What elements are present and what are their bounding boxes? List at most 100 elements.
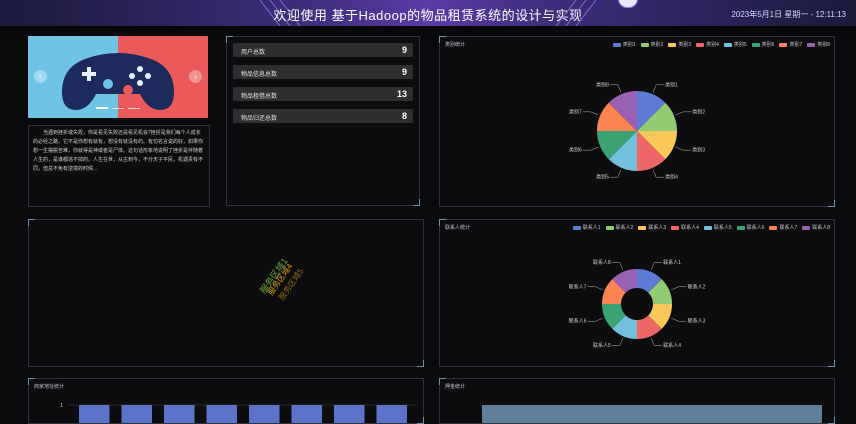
legend-swatch: [668, 42, 677, 47]
legend-item[interactable]: 联系人6: [736, 224, 765, 231]
legend-swatch: [640, 42, 649, 47]
bar[interactable]: [79, 405, 110, 423]
pie-slice-label: 类别2: [692, 108, 705, 115]
legend-item[interactable]: 联系人7: [769, 224, 797, 231]
legend-swatch: [572, 225, 581, 230]
pie-label-line: [611, 338, 624, 346]
carousel-dot[interactable]: [128, 108, 140, 109]
pie-label-line: [582, 111, 599, 116]
legend-label: 类别2: [650, 42, 664, 48]
pie-label-line: [652, 84, 665, 93]
legend-label: 类别7: [789, 42, 803, 48]
category-legend[interactable]: 类别1 类别2 类别3 类别4 类别5 类别6 类别7 类别8: [608, 41, 830, 48]
legend-swatch: [769, 225, 778, 230]
page-title: 欢迎使用 基于Hadoop的物品租赁系统的设计与实现: [273, 8, 583, 23]
panel-title: 押金统计: [445, 384, 466, 390]
legend-label: 类别3: [678, 42, 692, 48]
carousel-dot[interactable]: [96, 107, 108, 109]
image-carousel[interactable]: ‹ ›: [28, 36, 208, 118]
legend-label: 联系人1: [582, 225, 601, 231]
lease-chart-panel: 押金统计: [439, 378, 835, 424]
legend-label: 联系人6: [746, 225, 765, 231]
legend-label: 类别6: [761, 42, 775, 48]
legend-item[interactable]: 类别3: [668, 41, 691, 48]
pie-slice-label: 类别4: [665, 174, 678, 181]
contact-chart-panel: 联系人统计 联系人1 联系人2 联系人3 联系人4 联系人5 联系人6 联系人7 联系人8 联…: [439, 219, 835, 367]
carousel-prev-button[interactable]: ‹: [34, 70, 47, 83]
legend-swatch: [779, 42, 788, 47]
panel-title: 联系人统计: [445, 225, 471, 231]
header-decoration-right: [555, 0, 597, 26]
legend-swatch: [807, 42, 816, 47]
lease-area-chart[interactable]: [482, 405, 822, 423]
legend-label: 联系人3: [648, 225, 667, 231]
carousel-next-button[interactable]: ›: [189, 70, 202, 83]
pie-slice-label: 联系人1: [663, 259, 681, 266]
bar[interactable]: [121, 405, 153, 423]
legend-item[interactable]: 类别5: [723, 41, 747, 48]
pie-label-line: [609, 84, 622, 93]
legend-label: 类别8: [817, 42, 830, 48]
intro-text: 当遇到挫折或失败，你是看见失败还是看见机会?挫折是我们每个人成长的必经之路，它不…: [33, 130, 204, 172]
legend-item[interactable]: 联系人8: [802, 224, 830, 231]
legend-label: 类别4: [706, 42, 719, 48]
top-header: 欢迎使用 基于Hadoop的物品租赁系统的设计与实现 2023年5月1日 星期一…: [0, 0, 856, 26]
pie-label-line: [587, 286, 603, 291]
pie-slice-label: 类别6: [569, 147, 582, 154]
pie-slice-label: 联系人7: [569, 283, 587, 290]
legend-label: 类别1: [622, 42, 636, 48]
bar[interactable]: [206, 405, 238, 423]
y-tick-label: 1: [60, 403, 63, 409]
stat-row-leases: 物品租借总数 13: [233, 87, 413, 101]
category-pie-chart[interactable]: 类别1 类别2 类别3 类别4 类别5 类别6 类别7 类别8: [537, 59, 737, 199]
intro-text-panel[interactable]: 当遇到挫折或失败，你是看见失败还是看见机会?挫折是我们每个人成长的必经之路，它不…: [28, 125, 210, 207]
legend-item[interactable]: 联系人1: [572, 224, 601, 231]
pie-label-line: [671, 317, 687, 322]
contact-legend[interactable]: 联系人1 联系人2 联系人3 联系人4 联系人5 联系人6 联系人7 联系人8: [568, 224, 830, 231]
stat-row-users: 用户总数 9: [233, 43, 413, 57]
contact-donut-chart[interactable]: 联系人1 联系人2 联系人3 联系人4 联系人5 联系人6 联系人7 联系人8: [537, 242, 737, 362]
carousel-dot[interactable]: [112, 108, 124, 109]
stat-value: 13: [396, 89, 407, 99]
legend-label: 联系人4: [681, 225, 699, 231]
bar[interactable]: [376, 405, 408, 423]
pie-slice-label: 联系人6: [569, 318, 587, 325]
legend-swatch: [612, 42, 621, 47]
pie-slice-label: 联系人5: [593, 342, 611, 349]
bar[interactable]: [334, 405, 365, 423]
legend-swatch: [696, 42, 705, 47]
bar[interactable]: [249, 405, 280, 423]
pie-slice-label: 联系人4: [663, 342, 681, 349]
legend-label: 联系人5: [713, 225, 732, 231]
legend-item[interactable]: 联系人4: [671, 224, 699, 231]
legend-item[interactable]: 类别4: [696, 41, 719, 48]
legend-swatch: [671, 225, 680, 230]
merchant-bar-chart[interactable]: 1: [29, 379, 423, 423]
stat-label: 物品租借总数: [241, 94, 278, 100]
legend-item[interactable]: 类别8: [807, 41, 830, 48]
category-chart-panel: 类别统计 类别1 类别2 类别3 类别4 类别5 类别6 类别7 类别8 类别1 类别2 类别3 类…: [439, 36, 835, 207]
pie-label-line: [609, 169, 622, 178]
legend-item[interactable]: 联系人5: [703, 224, 732, 231]
legend-swatch: [605, 225, 614, 230]
stat-row-returns: 物品归还总数 8: [233, 109, 413, 123]
legend-item[interactable]: 联系人2: [605, 224, 633, 231]
pie-label-line: [671, 286, 687, 291]
legend-item[interactable]: 类别2: [640, 41, 664, 48]
stats-panel: 用户总数 9 物品信息总数 9 物品租借总数 13 物品归还总数 8: [226, 36, 420, 206]
carousel-indicators[interactable]: [28, 96, 208, 114]
legend-item[interactable]: 类别1: [612, 41, 636, 48]
pie-label-line: [675, 111, 692, 116]
pie-label-line: [652, 169, 665, 178]
legend-label: 类别5: [733, 42, 747, 48]
pie-slice-label: 类别3: [692, 147, 705, 154]
pie-label-line: [650, 262, 663, 270]
legend-item[interactable]: 类别7: [779, 41, 802, 48]
bar[interactable]: [164, 405, 195, 423]
stat-value: 9: [401, 67, 407, 77]
datetime-display: 2023年5月1日 星期一 - 12:11:13: [731, 10, 846, 19]
legend-label: 联系人8: [812, 225, 830, 231]
legend-item[interactable]: 联系人3: [638, 224, 666, 231]
bar[interactable]: [291, 405, 323, 423]
legend-item[interactable]: 类别6: [751, 41, 775, 48]
